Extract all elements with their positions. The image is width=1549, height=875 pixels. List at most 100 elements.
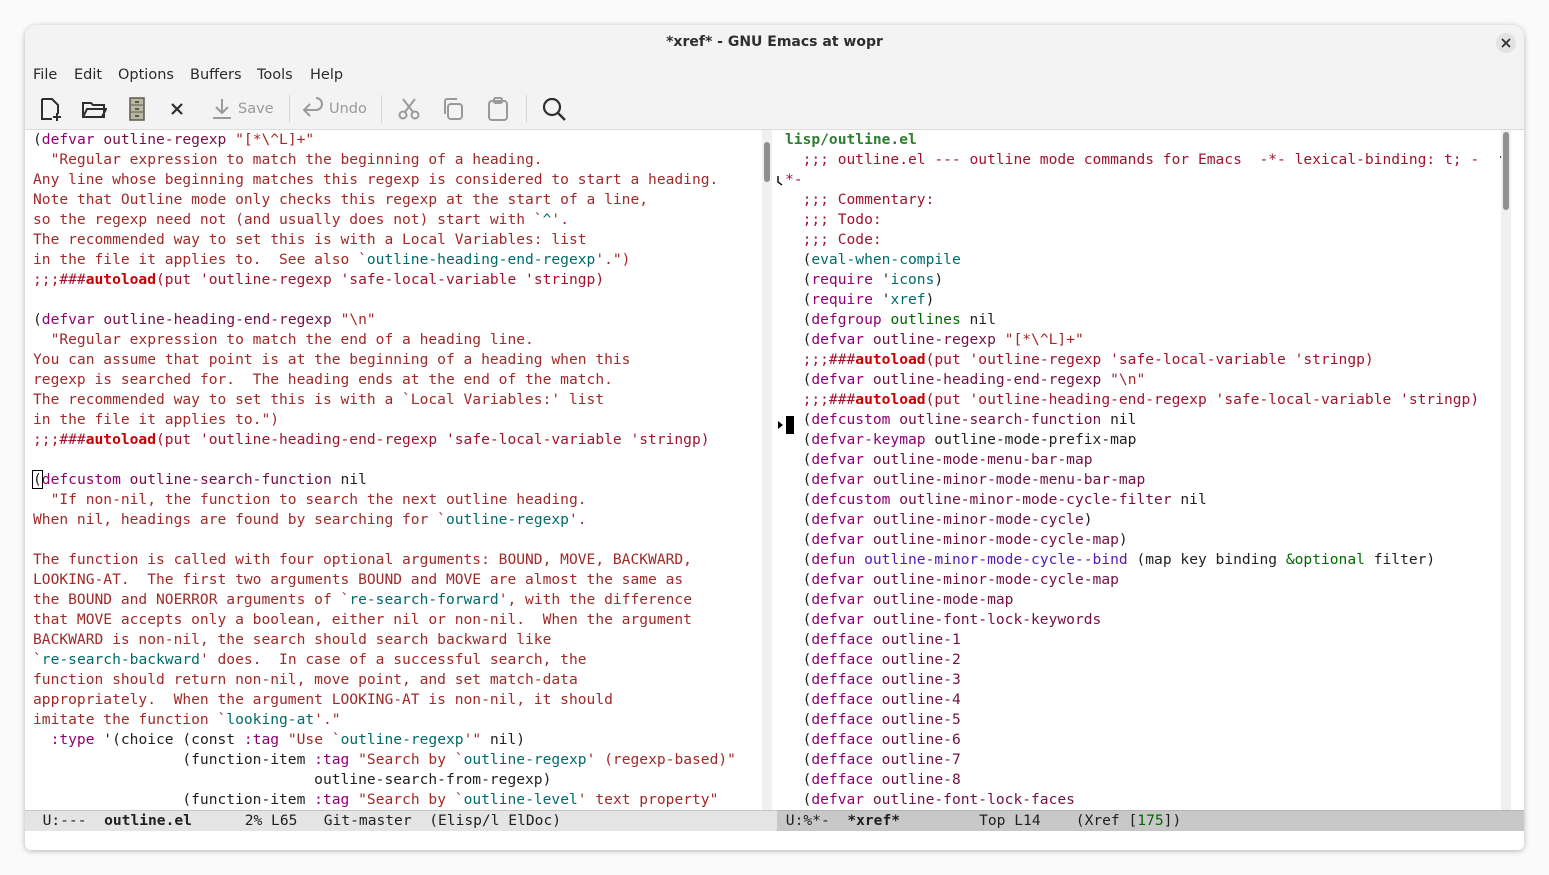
code-line[interactable]: (function-item :tag "Search by `outline-… [33,750,736,770]
menu-tools[interactable]: Tools [257,67,293,83]
code-line[interactable]: When nil, headings are found by searchin… [33,510,736,530]
code-line[interactable]: the BOUND and NOERROR arguments of `re-s… [33,590,736,610]
undo-button[interactable]: Undo [301,95,367,123]
code-line[interactable]: in the file it applies to.") [33,410,736,430]
mode-line-vc[interactable]: Git-master [324,812,412,829]
code-line[interactable]: "Regular expression to match the end of … [33,330,736,350]
menu-options[interactable]: Options [118,67,174,83]
kill-buffer-button[interactable] [166,95,188,123]
copy-button[interactable] [440,95,466,123]
dired-button[interactable] [124,95,150,123]
code-line[interactable]: *- [785,170,1479,190]
echo-area[interactable] [25,831,1524,850]
code-line[interactable]: The recommended way to set this is with … [33,390,736,410]
code-line[interactable]: (defcustom outline-minor-mode-cycle-filt… [785,490,1479,510]
code-line[interactable]: (defgroup outlines nil [785,310,1479,330]
code-line[interactable]: (defvar outline-font-lock-faces [785,790,1479,810]
code-line[interactable]: (defun outline-minor-mode-cycle--bind (m… [785,550,1479,570]
code-line[interactable]: ;;;###autoload(put 'outline-regexp 'safe… [33,270,736,290]
paste-button[interactable] [485,95,511,123]
mode-line-modes[interactable]: (Elisp/l ElDoc) [429,812,561,829]
code-line[interactable]: (eval-when-compile [785,250,1479,270]
left-scrollbar-thumb[interactable] [764,142,770,182]
code-line[interactable]: `re-search-backward' does. In case of a … [33,650,736,670]
code-line[interactable]: (defvar outline-mode-menu-bar-map [785,450,1479,470]
code-line[interactable]: (defface outline-6 [785,730,1479,750]
code-line[interactable] [33,530,736,550]
code-line[interactable]: (defvar outline-regexp "[*\^L]+" [33,130,736,150]
menu-buffers[interactable]: Buffers [190,67,242,83]
code-line[interactable]: (defvar outline-heading-end-regexp "\n" [785,370,1479,390]
code-line[interactable]: (defcustom outline-search-function nil [32,470,736,490]
code-line[interactable]: (defvar outline-regexp "[*\^L]+" [785,330,1479,350]
code-line[interactable]: (defface outline-1 [785,630,1479,650]
cut-button[interactable] [396,95,422,123]
code-line[interactable]: (defface outline-5 [785,710,1479,730]
right-xref-pane[interactable]: lisp/outline.el ;;; outline.el --- outli… [777,130,1501,810]
code-line[interactable]: (defvar outline-minor-mode-cycle-map) [785,530,1479,550]
code-line[interactable]: in the file it applies to. See also `out… [33,250,736,270]
code-line[interactable]: (defvar outline-minor-mode-cycle-map [785,570,1479,590]
menu-file[interactable]: File [33,67,57,83]
close-window-button[interactable] [1496,33,1516,53]
code-line[interactable]: "If non-nil, the function to search the … [33,490,736,510]
code-line[interactable]: ;;;###autoload(put 'outline-heading-end-… [33,430,736,450]
left-scrollbar[interactable] [762,130,772,810]
code-line[interactable]: (defvar outline-minor-mode-cycle) [785,510,1479,530]
code-line[interactable]: (require 'xref) [785,290,1479,310]
search-button[interactable] [541,95,567,123]
code-line[interactable]: (defface outline-2 [785,650,1479,670]
code-line[interactable]: (defvar outline-heading-end-regexp "\n" [33,310,736,330]
right-scrollbar-thumb[interactable] [1503,132,1509,210]
code-line[interactable] [33,290,736,310]
code-token: ( [785,331,812,348]
new-file-button[interactable] [37,95,63,123]
code-line[interactable]: :type '(choice (const :tag "Use `outline… [33,730,736,750]
code-line[interactable]: (defface outline-7 [785,750,1479,770]
code-line[interactable]: imitate the function `looking-at'." [33,710,736,730]
code-line[interactable]: that MOVE accepts only a boolean, either… [33,610,736,630]
code-line[interactable]: so the regexp need not (and usually does… [33,210,736,230]
code-line[interactable]: ;;;###autoload(put 'outline-regexp 'safe… [785,350,1479,370]
code-line[interactable]: (defface outline-3 [785,670,1479,690]
mode-line-state: U:--- [42,812,87,829]
mode-line-buffer-name[interactable]: *xref* [847,812,900,829]
right-scrollbar[interactable] [1501,130,1511,810]
code-line[interactable] [33,450,736,470]
code-line[interactable]: (defvar outline-font-lock-keywords [785,610,1479,630]
code-token: ( [785,751,812,768]
left-editor-pane[interactable]: (defvar outline-regexp "[*\^L]+" "Regula… [25,130,752,810]
code-line[interactable]: "Regular expression to match the beginni… [33,150,736,170]
code-token: &optional [1285,551,1365,568]
code-line[interactable]: ;;; Code: [785,230,1479,250]
code-line[interactable]: (defvar-keymap outline-mode-prefix-map [785,430,1479,450]
code-line[interactable]: The function is called with four optiona… [33,550,736,570]
open-file-button[interactable] [81,95,107,123]
code-line[interactable]: (defface outline-4 [785,690,1479,710]
mode-line-buffer-name[interactable]: outline.el [104,812,192,829]
code-line[interactable]: appropriately. When the argument LOOKING… [33,690,736,710]
code-line[interactable]: Note that Outline mode only checks this … [33,190,736,210]
code-line[interactable]: You can assume that point is at the begi… [33,350,736,370]
code-line[interactable]: LOOKING-AT. The first two arguments BOUN… [33,570,736,590]
code-line[interactable]: (require 'icons) [785,270,1479,290]
menu-edit[interactable]: Edit [74,67,102,83]
code-line[interactable]: ;;; outline.el --- outline mode commands… [785,150,1480,170]
code-line[interactable]: ;;; Todo: [785,210,1479,230]
code-line[interactable]: BACKWARD is non-nil, the search should s… [33,630,736,650]
code-line[interactable]: regexp is searched for. The heading ends… [33,370,736,390]
menu-help[interactable]: Help [310,67,343,83]
code-line[interactable]: function should return non-nil, move poi… [33,670,736,690]
code-line[interactable]: (defvar outline-minor-mode-menu-bar-map [785,470,1479,490]
code-line[interactable]: ;;;###autoload(put 'outline-heading-end-… [785,390,1480,410]
code-line[interactable]: Any line whose beginning matches this re… [33,170,736,190]
save-button[interactable]: Save [210,95,274,123]
code-line[interactable]: (defface outline-8 [785,770,1479,790]
code-line[interactable]: The recommended way to set this is with … [33,230,736,250]
code-line[interactable]: outline-search-from-regexp) [33,770,736,790]
code-line[interactable]: (defvar outline-mode-map [785,590,1479,610]
mode-line-modes[interactable]: (Xref [ [1076,812,1138,829]
code-line[interactable]: (function-item :tag "Search by `outline-… [33,790,736,810]
code-line[interactable]: (defcustom outline-search-function nil [785,410,1479,430]
code-line[interactable]: ;;; Commentary: [785,190,1479,210]
